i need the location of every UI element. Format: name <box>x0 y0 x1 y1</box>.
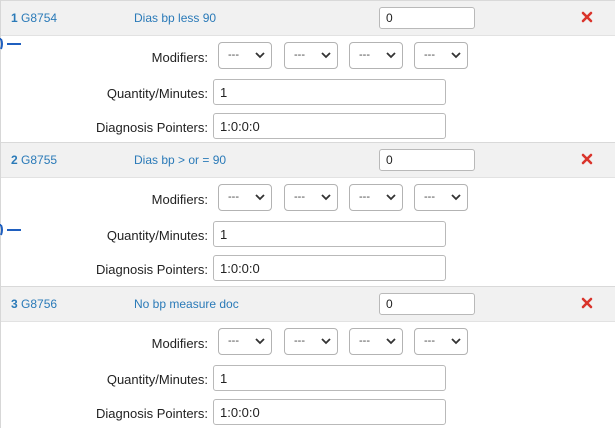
chevron-down-icon <box>386 194 396 201</box>
procedure-line-details: Modifiers: --- --- --- --- Quantity/Minu… <box>1 322 615 428</box>
bracket-marker-icon <box>0 224 21 236</box>
procedure-line-details: Modifiers: --- --- --- --- Quantity/Minu… <box>0 36 615 144</box>
chevron-down-icon <box>321 194 331 201</box>
quantity-input[interactable] <box>213 365 446 391</box>
procedure-description-link[interactable]: No bp measure doc <box>134 297 239 311</box>
diagnosis-pointers-label: Diagnosis Pointers: <box>96 406 208 421</box>
procedure-lines-panel: 1 G8754 Dias bp less 90 Modifiers: --- -… <box>0 0 615 428</box>
procedure-line-header: 1 G8754 Dias bp less 90 <box>1 1 615 36</box>
procedure-code-link[interactable]: 2 G8755 <box>11 153 57 167</box>
diagnosis-pointers-label: Diagnosis Pointers: <box>96 262 208 277</box>
modifier-select-3[interactable]: --- <box>349 328 403 355</box>
procedure-code-link[interactable]: 3 G8756 <box>11 297 57 311</box>
bracket-marker-icon <box>0 38 21 50</box>
diagnosis-pointers-label: Diagnosis Pointers: <box>96 120 208 135</box>
procedure-line-details: Modifiers: --- --- --- --- Quantity/Minu… <box>0 178 615 286</box>
units-input[interactable] <box>379 149 475 171</box>
modifiers-label: Modifiers: <box>151 192 208 207</box>
chevron-down-icon <box>386 338 396 345</box>
modifier-select-1[interactable]: --- <box>218 328 272 355</box>
procedure-line-2: 2 G8755 Dias bp > or = 90 Modifiers: ---… <box>0 142 615 286</box>
quantity-label: Quantity/Minutes: <box>106 372 208 387</box>
modifiers-label: Modifiers: <box>151 336 208 351</box>
chevron-down-icon <box>386 52 396 59</box>
procedure-description-link[interactable]: Dias bp > or = 90 <box>134 153 226 167</box>
chevron-down-icon <box>321 338 331 345</box>
modifier-select-2[interactable]: --- <box>284 42 338 69</box>
modifier-select-2[interactable]: --- <box>284 184 338 211</box>
procedure-line-header: 2 G8755 Dias bp > or = 90 <box>1 143 615 178</box>
chevron-down-icon <box>451 194 461 201</box>
procedure-description-link[interactable]: Dias bp less 90 <box>134 11 216 25</box>
modifier-select-3[interactable]: --- <box>349 184 403 211</box>
quantity-label: Quantity/Minutes: <box>106 86 208 101</box>
modifier-select-4[interactable]: --- <box>414 328 468 355</box>
quantity-label: Quantity/Minutes: <box>106 228 208 243</box>
procedure-line-3: 3 G8756 No bp measure doc Modifiers: ---… <box>1 286 615 428</box>
quantity-input[interactable] <box>213 79 446 105</box>
modifier-select-1[interactable]: --- <box>218 42 272 69</box>
units-input[interactable] <box>379 7 475 29</box>
modifier-select-2[interactable]: --- <box>284 328 338 355</box>
diagnosis-pointers-input[interactable] <box>213 113 446 139</box>
close-icon[interactable] <box>579 295 595 311</box>
modifier-select-3[interactable]: --- <box>349 42 403 69</box>
procedure-line-1: 1 G8754 Dias bp less 90 Modifiers: --- -… <box>0 0 615 144</box>
diagnosis-pointers-input[interactable] <box>213 399 446 425</box>
chevron-down-icon <box>255 338 265 345</box>
chevron-down-icon <box>451 52 461 59</box>
units-input[interactable] <box>379 293 475 315</box>
procedure-code-link[interactable]: 1 G8754 <box>11 11 57 25</box>
modifier-select-4[interactable]: --- <box>414 42 468 69</box>
chevron-down-icon <box>255 52 265 59</box>
modifier-select-4[interactable]: --- <box>414 184 468 211</box>
procedure-line-header: 3 G8756 No bp measure doc <box>1 287 615 322</box>
diagnosis-pointers-input[interactable] <box>213 255 446 281</box>
modifier-select-1[interactable]: --- <box>218 184 272 211</box>
chevron-down-icon <box>321 52 331 59</box>
chevron-down-icon <box>451 338 461 345</box>
modifiers-label: Modifiers: <box>151 50 208 65</box>
close-icon[interactable] <box>579 151 595 167</box>
close-icon[interactable] <box>579 9 595 25</box>
chevron-down-icon <box>255 194 265 201</box>
quantity-input[interactable] <box>213 221 446 247</box>
